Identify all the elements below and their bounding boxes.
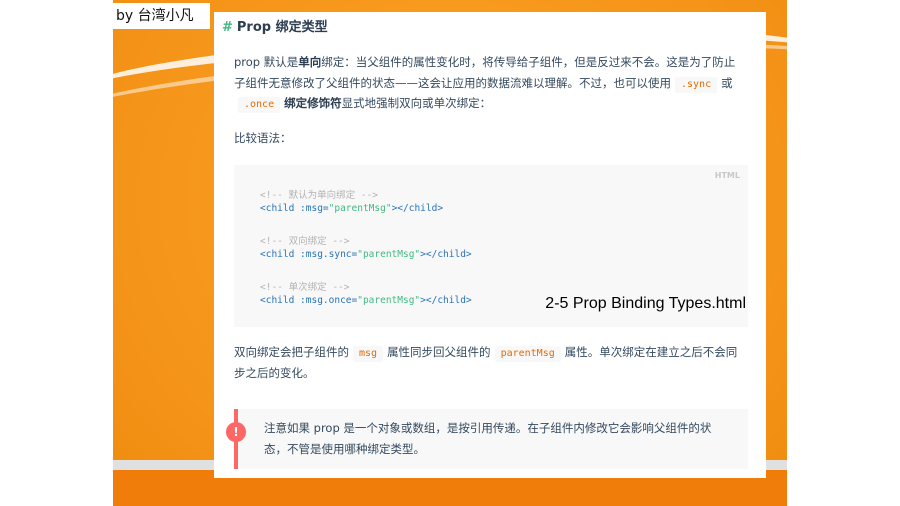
code-comment: <!-- 单次绑定 --> (260, 282, 350, 293)
code-line: <child :msg.once="parentMsg"></child> (260, 295, 472, 306)
code-tag: <child :msg= (260, 203, 329, 214)
text: prop 默认是 (234, 55, 299, 69)
warning-tip-box: ! 注意如果 prop 是一个对象或数组，是按引用传递。在子组件内修改它会影响父… (226, 409, 748, 469)
section-heading: # Prop 绑定类型 (222, 16, 328, 35)
code-tag: <child :msg.sync= (260, 249, 358, 260)
inline-code-parentmsg: parentMsg (494, 346, 561, 362)
code-tag: <child :msg.once= (260, 295, 358, 306)
code-line: <child :msg.sync="parentMsg"></child> (260, 249, 472, 260)
bold-text: 绑定修饰符 (284, 96, 342, 110)
exclamation-icon: ! (226, 422, 246, 442)
author-credit: by 台湾小凡 (113, 3, 210, 29)
text: 双向绑定会把子组件的 (234, 345, 349, 359)
text: 或 (721, 75, 733, 90)
paragraph-compare: 比较语法： (234, 131, 292, 145)
code-tag: ></child> (420, 249, 472, 260)
code-string: "parentMsg" (357, 249, 421, 260)
code-language-label: HTML (714, 171, 740, 180)
heading-title: Prop 绑定类型 (236, 20, 328, 35)
inline-code-msg: msg (353, 346, 384, 362)
code-comment: <!-- 默认为单向绑定 --> (260, 190, 378, 201)
inline-code-once: .once (238, 97, 281, 113)
inline-code-sync: .sync (675, 76, 718, 93)
code-comment: <!-- 双向绑定 --> (260, 236, 350, 247)
code-string: "parentMsg" (357, 295, 421, 306)
tip-text: 注意如果 prop 是一个对象或数组，是按引用传递。在子组件内修改它会影响父组件… (264, 421, 712, 456)
file-caption: 2-5 Prop Binding Types.html (545, 295, 746, 312)
paragraph-intro: prop 默认是单向绑定：当父组件的属性变化时，将传导给子组件，但是反过来不会。… (234, 52, 746, 114)
doc-panel: # Prop 绑定类型 prop 默认是单向绑定：当父组件的属性变化时，将传导给子… (214, 12, 766, 478)
paragraph-explain: 双向绑定会把子组件的 msg 属性同步回父组件的 parentMsg 属性。单次绑定在建… (234, 342, 746, 383)
heading-anchor-link[interactable]: # (222, 20, 233, 35)
text: 属性同步回父组件的 (387, 345, 491, 359)
bold-text: 单向 (298, 55, 322, 69)
code-tag: ></child> (420, 295, 472, 306)
text: 显式地强制双向或单次绑定： (341, 96, 492, 110)
code-line: <child :msg="parentMsg"></child> (260, 203, 443, 214)
code-tag: ></child> (391, 203, 444, 214)
code-string: "parentMsg" (328, 203, 392, 214)
